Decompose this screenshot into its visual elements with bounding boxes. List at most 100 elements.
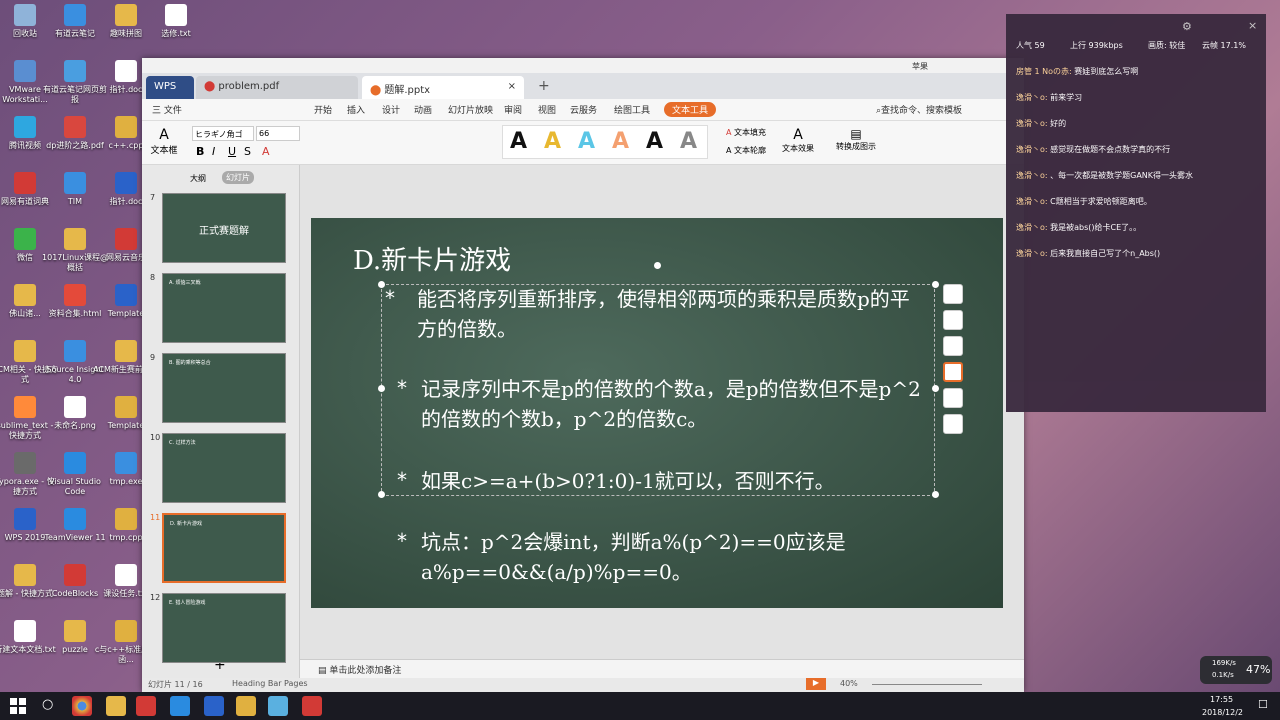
sublime-icon[interactable] bbox=[236, 696, 256, 716]
title-bar: WPS ⬤ problem.pdf ⬤ 题解.pptx × + 苹果 bbox=[142, 62, 1024, 99]
slide[interactable]: D.新卡片游戏 * 能否将序列重新排序，使得相邻两项的乘积是质数p的平方的倍数。… bbox=[311, 218, 1003, 608]
bullet-text-4[interactable]: 坑点：p^2会爆int，判断a%(p^2)==0应该是a%p==0&&(a/p)… bbox=[421, 527, 941, 587]
chat-text: 好的 bbox=[1050, 119, 1067, 128]
tab-pptx[interactable]: ⬤ 题解.pptx × bbox=[362, 76, 524, 99]
font-size-select[interactable]: 66 bbox=[256, 126, 300, 141]
style-gray[interactable]: A bbox=[680, 129, 697, 154]
italic-button[interactable]: I bbox=[212, 145, 215, 158]
net-up: 169K/s bbox=[1212, 659, 1236, 667]
slide-thumbnail[interactable]: D. 新卡片游戏 bbox=[162, 513, 286, 583]
slide-thumbnail[interactable]: A. 烦恼三叉戟 bbox=[162, 273, 286, 343]
chat-text: 赛娃到底怎么写啊 bbox=[1074, 67, 1139, 76]
strike-button[interactable]: S bbox=[244, 145, 251, 158]
bullet-text-3[interactable]: 如果c>=a+(b>0?1:0)-1就可以，否则不行。 bbox=[421, 466, 981, 496]
slide-title[interactable]: D.新卡片游戏 bbox=[353, 240, 511, 277]
bullet-text-1[interactable]: 能否将序列重新排序，使得相邻两项的乘积是质数p的平方的倍数。 bbox=[417, 284, 923, 344]
style-black[interactable]: A bbox=[510, 129, 527, 154]
menu-item[interactable]: 三 文件 bbox=[152, 103, 182, 116]
chat-username: 逸滑丶o: bbox=[1016, 223, 1051, 232]
resize-handle[interactable] bbox=[378, 385, 385, 392]
folder-icon[interactable] bbox=[106, 696, 126, 716]
underline-button[interactable]: U bbox=[228, 145, 236, 158]
chat-username: 逸滑丶o: bbox=[1016, 119, 1051, 128]
text-icon[interactable] bbox=[943, 388, 963, 408]
slide-thumbnail[interactable]: 正式赛题解 bbox=[162, 193, 286, 263]
search-command[interactable]: ⌕查找命令、搜索模板 bbox=[876, 103, 962, 116]
file-icon bbox=[115, 284, 137, 306]
menu-item[interactable]: 视图 bbox=[538, 103, 556, 116]
text-outline-button[interactable]: A 文本轮廓 bbox=[726, 145, 766, 156]
text-effect-button[interactable]: A 文本效果 bbox=[782, 127, 814, 154]
file-icon bbox=[64, 620, 86, 642]
bullet-text-2[interactable]: 记录序列中不是p的倍数的个数a，是p的倍数但不是p^2的倍数的个数b，p^2的倍… bbox=[421, 374, 921, 434]
notes-placeholder: 单击此处添加备注 bbox=[329, 666, 402, 676]
desktop-icon[interactable]: 选修.txt bbox=[143, 4, 209, 39]
close-icon[interactable]: × bbox=[1248, 19, 1257, 32]
sidebar-tab-outline[interactable]: 大纲 bbox=[190, 173, 206, 184]
popularity: 人气 59 bbox=[1016, 41, 1045, 50]
menu-item[interactable]: 审阅 bbox=[504, 103, 522, 116]
bullet-star: * bbox=[397, 468, 407, 492]
menu-item[interactable]: 开始 bbox=[314, 103, 332, 116]
new-tab-button[interactable]: + bbox=[538, 78, 550, 94]
resize-handle[interactable] bbox=[378, 281, 385, 288]
font-name-select[interactable]: ヒラギノ角ゴ bbox=[192, 126, 254, 141]
tab-problem-pdf[interactable]: ⬤ problem.pdf bbox=[196, 76, 358, 99]
pen-icon[interactable] bbox=[943, 310, 963, 330]
slide-counter: 幻灯片 11 / 16 bbox=[148, 680, 203, 689]
layers-icon[interactable] bbox=[943, 284, 963, 304]
resize-handle[interactable] bbox=[932, 385, 939, 392]
rotate-handle[interactable] bbox=[654, 262, 661, 269]
wps-taskbar-icon[interactable] bbox=[302, 696, 322, 716]
menu-item[interactable]: 设计 bbox=[382, 103, 400, 116]
bold-button[interactable]: B bbox=[196, 145, 204, 158]
textbox-icon: A bbox=[159, 127, 169, 143]
slide-thumbnail[interactable]: B. 图的乘积等总合 bbox=[162, 353, 286, 423]
convert-button[interactable]: ▤ 转换成图示 bbox=[836, 127, 876, 152]
textbox-button[interactable]: A 文本框 bbox=[150, 127, 178, 156]
windows-start-icon[interactable] bbox=[10, 698, 26, 714]
frame-icon[interactable] bbox=[943, 362, 963, 382]
menu-item[interactable]: 幻灯片放映 bbox=[448, 103, 493, 116]
file-icon bbox=[64, 452, 86, 474]
chat-header: 人气 59 上行 939kbps 画质: 较佳 云帧 17.1% bbox=[1006, 36, 1266, 56]
menu-item[interactable]: 云服务 bbox=[570, 103, 597, 116]
thumb-title: E. 猎人冒险游戏 bbox=[169, 600, 206, 606]
style-orange[interactable]: A bbox=[612, 129, 629, 154]
menu-item[interactable]: 绘图工具 bbox=[614, 103, 650, 116]
resize-handle[interactable] bbox=[932, 281, 939, 288]
notification-icon[interactable]: ☐ bbox=[1258, 698, 1268, 711]
zoom-slider[interactable] bbox=[872, 684, 982, 685]
font-color-button[interactable]: A bbox=[262, 145, 270, 158]
play-button[interactable]: ▶ bbox=[806, 678, 826, 690]
style-gold[interactable]: A bbox=[544, 129, 561, 154]
sidebar-tab-slides[interactable]: 幻灯片 bbox=[222, 171, 254, 184]
file-icon bbox=[14, 172, 36, 194]
tab-wps[interactable]: WPS bbox=[146, 76, 194, 99]
copy-icon[interactable] bbox=[943, 414, 963, 434]
eraser-icon[interactable] bbox=[943, 336, 963, 356]
menu-item[interactable]: 文本工具 bbox=[664, 102, 717, 117]
browser-icon[interactable] bbox=[170, 696, 190, 716]
outline-label: 文本轮廓 bbox=[734, 146, 767, 155]
menu-item[interactable]: 插入 bbox=[347, 103, 365, 116]
close-tab-icon[interactable]: × bbox=[508, 81, 516, 92]
vscode-icon[interactable] bbox=[204, 696, 224, 716]
upload-rate: 上行 939kbps bbox=[1070, 41, 1123, 50]
search-icon[interactable]: ○ bbox=[42, 697, 53, 712]
slide-thumbnail[interactable]: C. 过样方法 bbox=[162, 433, 286, 503]
menu-item[interactable]: 动画 bbox=[414, 103, 432, 116]
dict-icon[interactable] bbox=[136, 696, 156, 716]
style-black-2[interactable]: A bbox=[646, 129, 663, 154]
app-icon[interactable] bbox=[268, 696, 288, 716]
file-icon bbox=[64, 116, 86, 138]
notes-area[interactable]: ▤ 单击此处添加备注 bbox=[300, 659, 1024, 678]
style-cyan[interactable]: A bbox=[578, 129, 595, 154]
fill-icon: A bbox=[726, 128, 735, 137]
chrome-icon[interactable] bbox=[72, 696, 92, 716]
zoom-level[interactable]: 40% bbox=[840, 679, 858, 688]
settings-icon[interactable]: ⚙ bbox=[1182, 20, 1192, 33]
slide-thumbnail[interactable]: E. 猎人冒险游戏 bbox=[162, 593, 286, 663]
text-fill-button[interactable]: A 文本填充 bbox=[726, 127, 766, 138]
resize-handle[interactable] bbox=[378, 491, 385, 498]
